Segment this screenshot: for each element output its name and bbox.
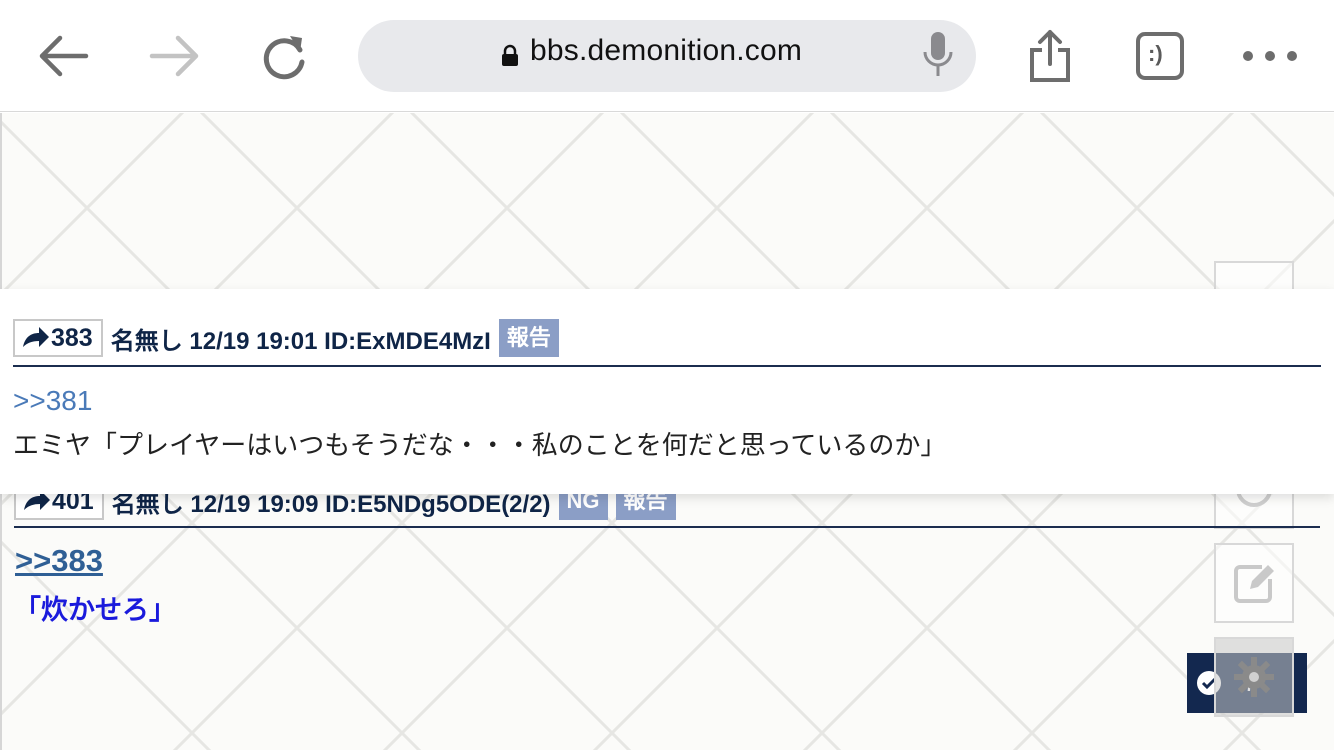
reply-arrow-icon <box>23 327 49 347</box>
forward-arrow-icon <box>149 35 199 77</box>
post-divider <box>13 365 1321 367</box>
lock-icon <box>502 44 518 66</box>
res-number: 383 <box>51 323 93 352</box>
reply-popup: 383 名無し 12/19 19:01 ID:ExMDE4MzI 報告 >>38… <box>0 289 1334 494</box>
reader-icon-label: :) <box>1148 41 1163 66</box>
settings-button[interactable] <box>1214 637 1294 717</box>
reply-anchor-link[interactable]: >>383 <box>15 543 103 579</box>
edit-icon <box>1234 565 1274 603</box>
address-url[interactable]: bbs.demonition.com <box>530 34 802 68</box>
reload-button[interactable] <box>256 28 312 84</box>
reader-mode-button[interactable]: :) <box>1132 28 1188 84</box>
more-menu-button[interactable] <box>1242 28 1298 84</box>
reply-anchor-link[interactable]: >>381 <box>13 385 92 417</box>
reload-icon <box>263 36 305 80</box>
forward-button[interactable] <box>146 28 202 84</box>
post-body: 「炊かせろ」 <box>14 595 176 626</box>
res-number-button[interactable]: 383 <box>13 319 103 357</box>
more-dots-icon <box>1243 51 1297 61</box>
browser-toolbar: bbs.demonition.com :) <box>0 0 1334 112</box>
microphone-icon[interactable] <box>920 30 956 80</box>
share-button[interactable] <box>1022 28 1078 84</box>
back-arrow-icon <box>39 35 89 77</box>
write-post-button[interactable] <box>1214 543 1294 623</box>
share-icon <box>1030 30 1070 82</box>
post-meta: 名無し 12/19 19:01 ID:ExMDE4MzI <box>110 327 491 355</box>
report-button[interactable]: 報告 <box>498 319 559 357</box>
post-divider <box>14 526 1320 528</box>
gear-icon <box>1234 657 1274 697</box>
back-button[interactable] <box>36 28 92 84</box>
post-body: エミヤ「プレイヤーはいつもそうだな・・・私のことを何だと思っているのか」 <box>13 431 947 461</box>
